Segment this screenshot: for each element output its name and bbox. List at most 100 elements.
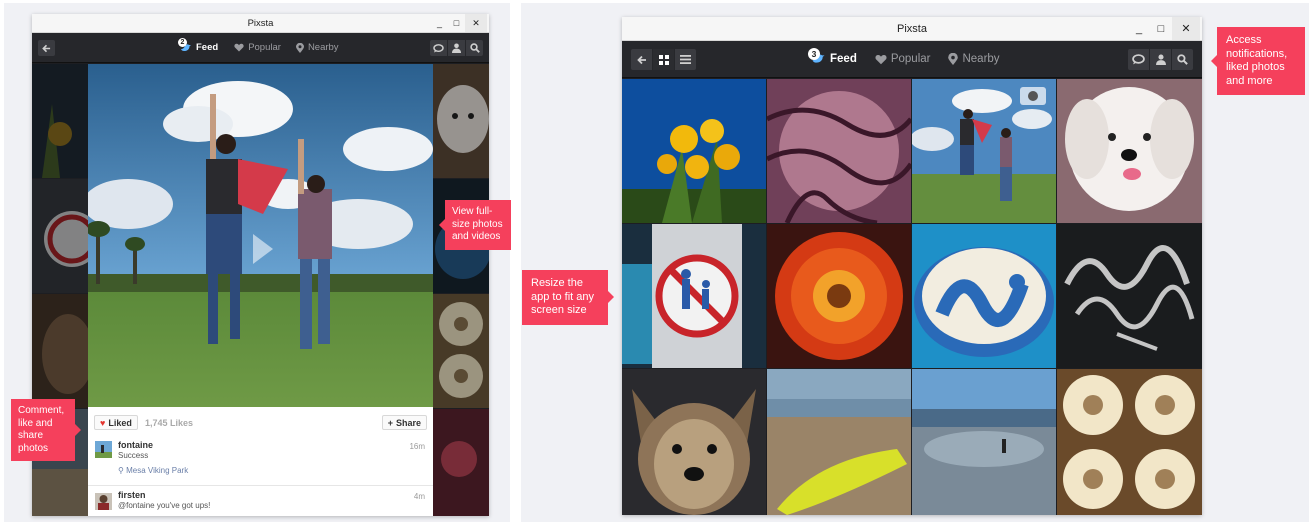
app-window-detail: Pixsta _ □ ✕ 2 Feed Popular Nearby ♥ Lik… [32,14,489,516]
minimize-button[interactable]: _ [431,14,448,32]
background-photo-right-4[interactable] [433,409,489,516]
tab-popular[interactable]: Popular [875,53,931,65]
tab-popular-label: Popular [890,53,931,65]
chat-bubble-icon [1132,54,1145,65]
feed-badge: 3 [808,48,820,60]
avatar[interactable] [95,441,112,458]
likes-count[interactable]: 1,745 Likes [145,418,193,428]
photo-tile-skate-logo[interactable] [912,224,1056,368]
photo-tile-beach-surfboard[interactable] [767,369,911,515]
window-title: Pixsta [247,18,274,29]
comment-timestamp: 16m [409,442,425,451]
tab-nearby[interactable]: Nearby [295,42,339,53]
heart-icon [234,43,244,52]
comment-username[interactable]: firsten [118,490,146,500]
comment-text: @fontaine you've got ups! [118,501,211,510]
pin-icon [948,53,959,65]
title-bar: Pixsta _ □ ✕ [622,17,1202,41]
callout-view-full-size: View full-size photos and videos [439,200,511,250]
pin-icon [295,42,304,53]
avatar[interactable] [95,493,112,510]
comment-item: fontaine Success ⚲ Mesa Viking Park 16m [88,435,433,483]
grid-view-button[interactable] [653,49,674,70]
tab-feed-label: Feed [830,53,857,65]
background-photo-left-1[interactable] [32,64,88,178]
list-view-button[interactable] [675,49,696,70]
tab-nearby-label: Nearby [307,42,339,53]
photo-tile-yellow-flowers[interactable] [622,79,766,223]
tab-nearby-label: Nearby [962,53,1000,65]
photo-tile-jumping[interactable] [912,79,1056,223]
list-icon [680,55,691,64]
comment-text: Success [118,451,149,460]
user-icon [1155,54,1166,65]
back-arrow-icon [42,44,51,52]
heart-icon [875,54,887,64]
pin-icon: ⚲ [118,466,127,475]
comment-username[interactable]: fontaine [118,440,153,450]
callout-text: Access notifications, liked photos and m… [1226,34,1288,87]
photo-tile-graffiti[interactable] [1057,224,1202,368]
background-photo-right-1[interactable] [433,64,489,178]
share-button-label: Share [395,417,421,428]
photo-tile-terrier[interactable] [622,369,766,515]
comment-timestamp: 4m [413,492,425,501]
minimize-button[interactable]: _ [1128,17,1150,40]
photo-tile-skatepark[interactable] [912,369,1056,515]
comment-location-label: Mesa Viking Park [126,466,189,475]
photo-tile-skate-wheels[interactable] [1057,369,1202,515]
search-icon [469,43,480,53]
background-photo-left-2[interactable] [32,179,88,293]
callout-text: View full-size photos and videos [452,206,503,242]
tab-feed[interactable]: 2 Feed [178,38,219,53]
like-button-label: Liked [108,417,132,428]
maximize-button[interactable]: □ [1150,17,1172,40]
photo-tile-no-sign[interactable] [622,224,766,368]
app-window-grid: Pixsta _ □ ✕ 3 Feed Popular Nearby [622,17,1202,515]
search-icon [1177,54,1188,65]
profile-button[interactable] [448,40,465,56]
photo-tile-red-flower[interactable] [767,224,911,368]
callout-text: Resize the app to fit any screen size [531,277,594,316]
background-photo-right-3[interactable] [433,294,489,408]
callout-text: Comment, like and share photos [18,405,65,454]
title-bar: Pixsta _ □ ✕ [32,14,489,33]
back-arrow-icon [636,55,646,64]
feed-badge: 2 [178,38,187,47]
nav-bar: 2 Feed Popular Nearby [32,33,489,63]
plus-icon: + [387,417,393,428]
share-button[interactable]: + Share [381,415,427,430]
photo-tile-wire-sculpture[interactable] [767,79,911,223]
background-photo-left-3[interactable] [32,294,88,408]
comment-item: firsten @fontaine you've got ups! 4m [88,485,433,516]
post-detail-panel: ♥ Liked 1,745 Likes + Share fontaine Suc… [88,407,433,516]
search-button[interactable] [466,40,483,56]
tab-feed-label: Feed [196,42,219,53]
callout-comment-like-share: Comment, like and share photos [11,399,81,461]
tab-nearby[interactable]: Nearby [948,53,1000,65]
notifications-button[interactable] [430,40,447,56]
callout-notifications: Access notifications, liked photos and m… [1211,27,1305,95]
back-button[interactable] [631,49,652,70]
like-button[interactable]: ♥ Liked [94,415,138,430]
window-title: Pixsta [897,23,927,35]
user-icon [452,43,461,53]
callout-resize: Resize the app to fit any screen size [522,270,614,325]
tab-popular[interactable]: Popular [234,42,281,53]
maximize-button[interactable]: □ [448,14,465,32]
chat-bubble-icon [433,43,444,53]
comment-location[interactable]: ⚲ Mesa Viking Park [118,466,188,475]
profile-button[interactable] [1150,49,1171,70]
nav-bar: 3 Feed Popular Nearby [622,41,1202,78]
heart-filled-icon: ♥ [100,417,106,428]
close-button[interactable]: ✕ [465,14,487,32]
back-button[interactable] [38,40,55,56]
photo-tile-white-puppy[interactable] [1057,79,1202,223]
tab-popular-label: Popular [248,42,281,53]
search-button[interactable] [1172,49,1193,70]
notifications-button[interactable] [1128,49,1149,70]
full-size-photo[interactable] [88,64,433,407]
close-button[interactable]: ✕ [1172,17,1200,40]
grid-icon [658,54,669,65]
tab-feed[interactable]: 3 Feed [808,48,857,65]
